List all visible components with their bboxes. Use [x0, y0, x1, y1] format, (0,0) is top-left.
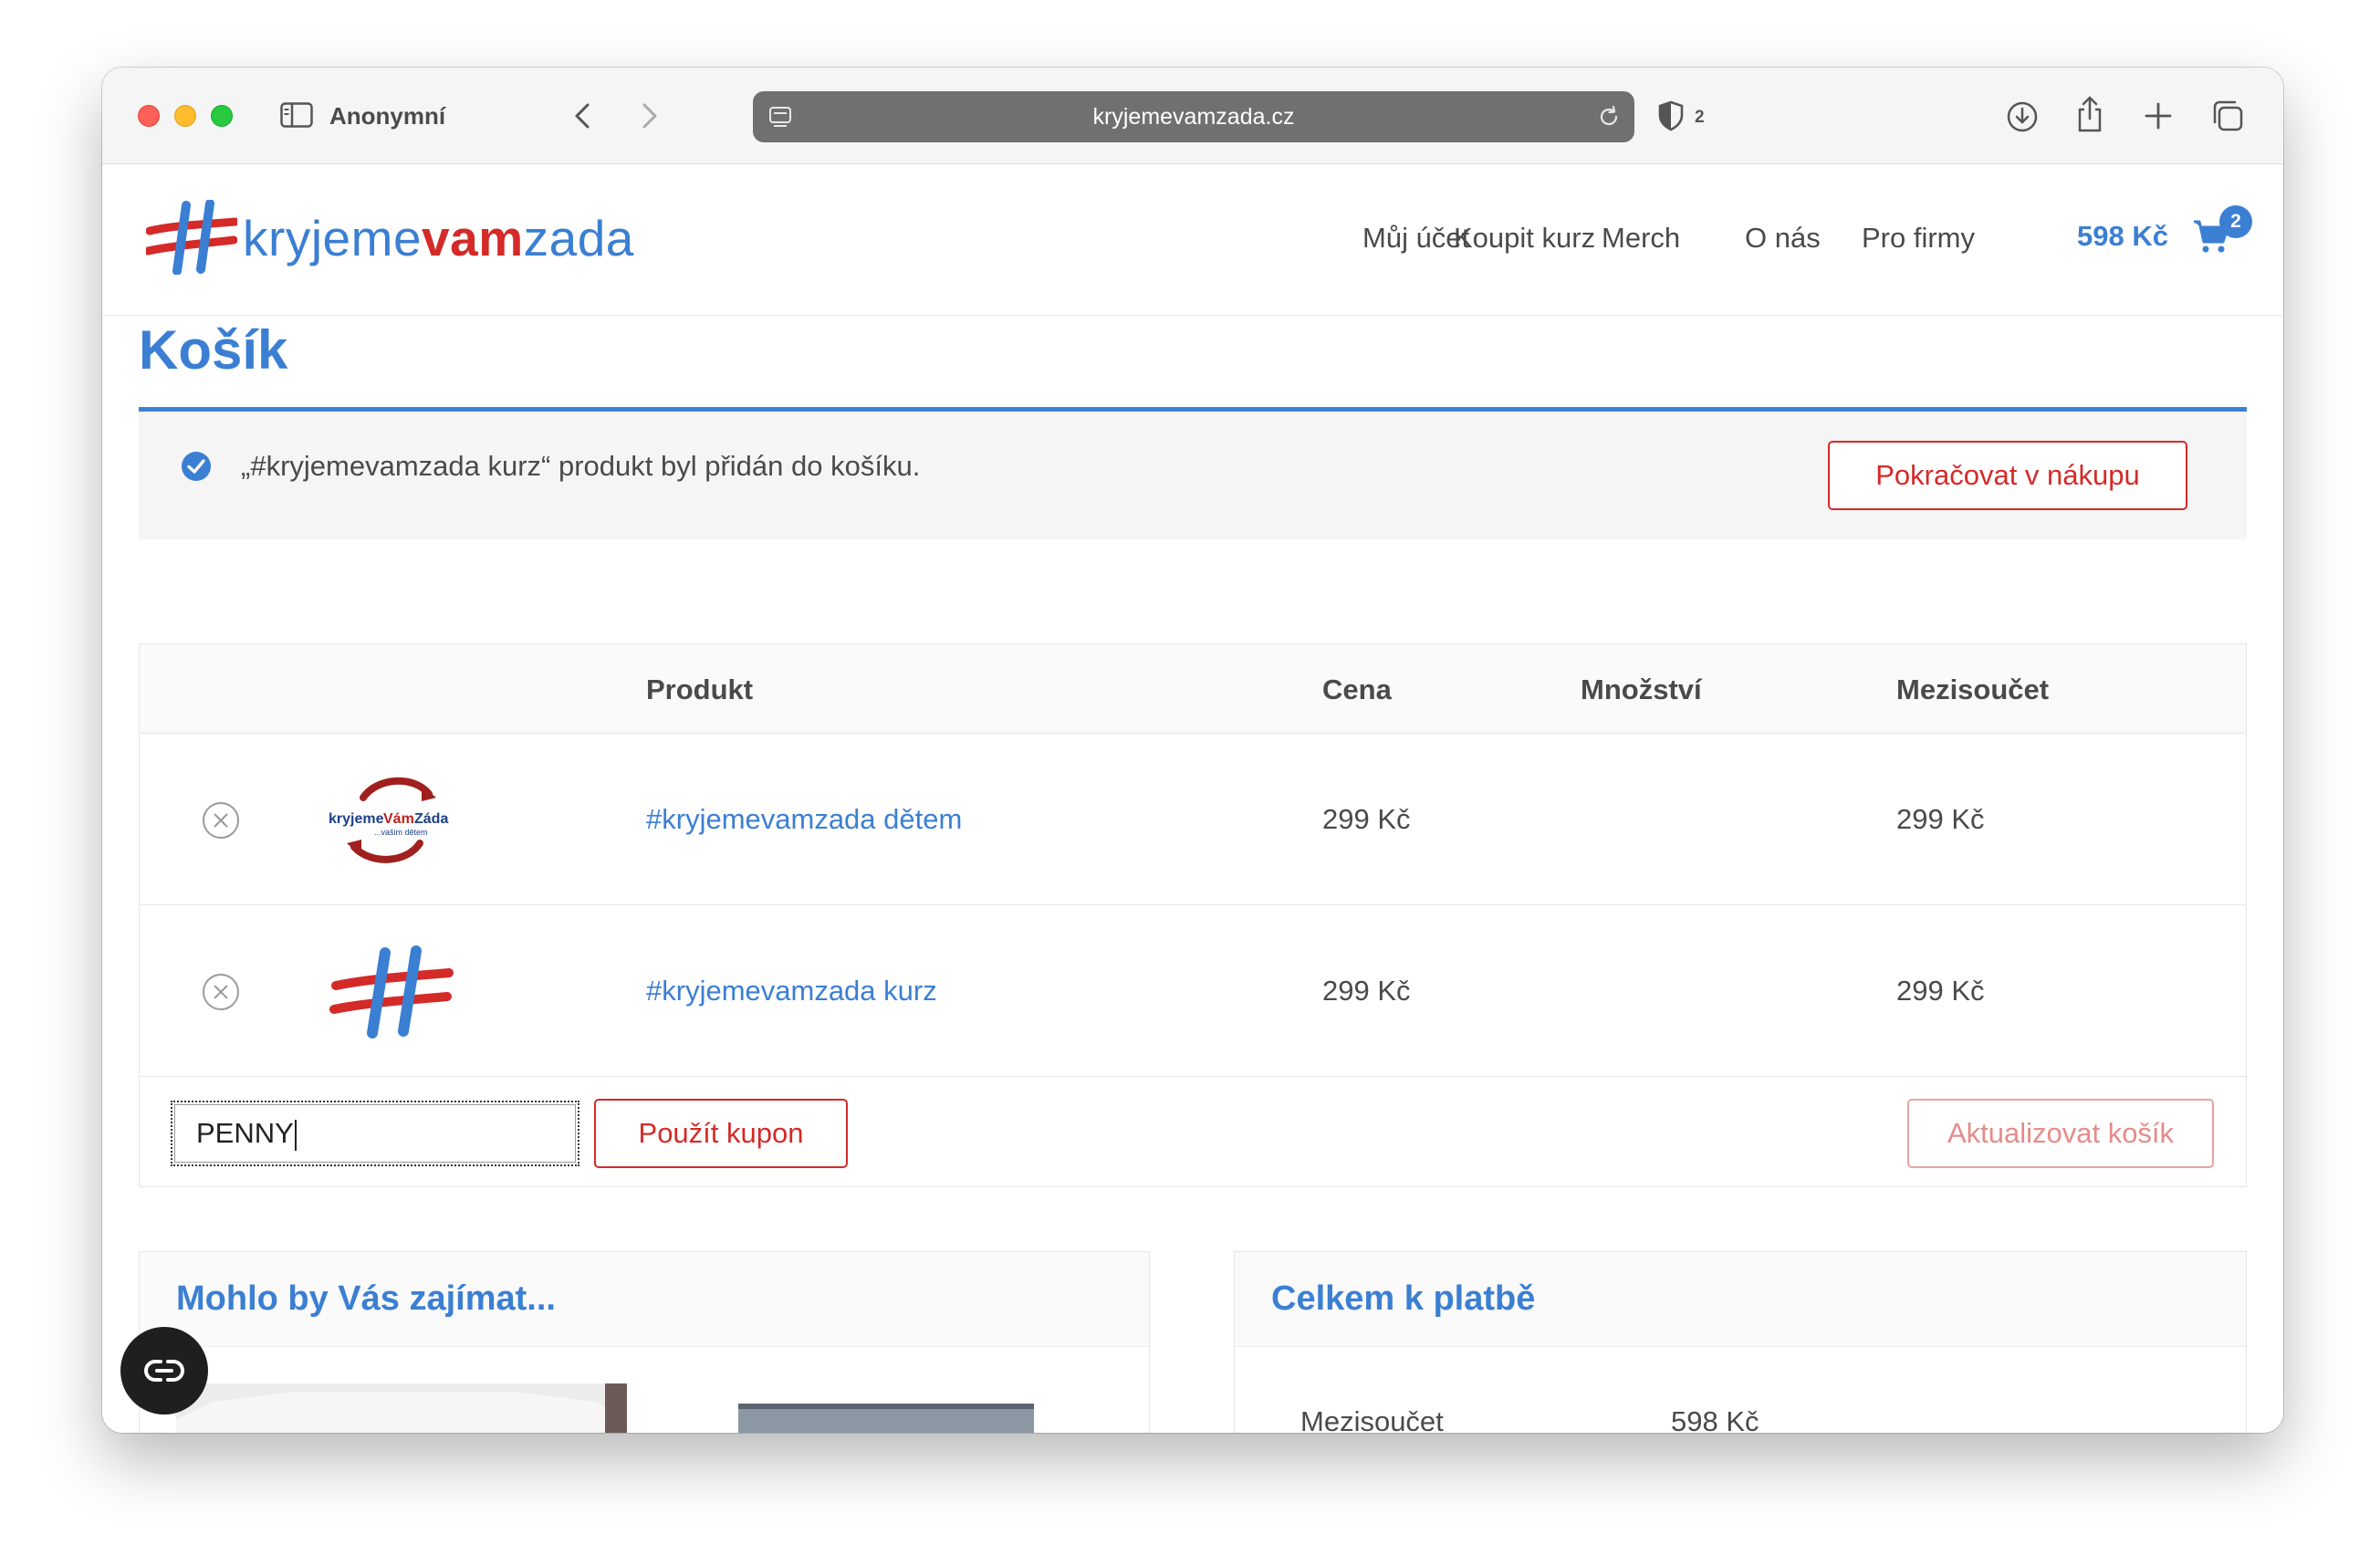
product-price: 299 Kč — [1322, 803, 1411, 835]
apply-coupon-button[interactable]: Použít kupon — [594, 1099, 848, 1168]
header-subtotal: Mezisoučet — [1896, 673, 2050, 705]
cross-sells-header: Mohlo by Vás zajímat... — [140, 1252, 1149, 1347]
svg-text:Vám: Vám — [383, 811, 414, 827]
privacy-shield-icon[interactable] — [1657, 100, 1685, 131]
nav-for-companies[interactable]: Pro firmy — [1862, 222, 1975, 255]
back-arrow-icon[interactable] — [569, 100, 597, 131]
text-caret — [294, 1119, 297, 1151]
cross-sells-title: Mohlo by Vás zajímat... — [176, 1279, 556, 1318]
tab-overview-icon[interactable] — [2210, 99, 2245, 133]
subtotal-value: 598 Kč — [1671, 1405, 1759, 1433]
link-icon — [144, 1360, 184, 1382]
product-image[interactable] — [738, 1404, 1034, 1433]
reload-icon[interactable] — [1596, 104, 1622, 130]
page-title: Košík — [139, 319, 288, 381]
sidebar-icon[interactable] — [280, 102, 313, 128]
nav-merch[interactable]: Merch — [1602, 222, 1680, 255]
cart-notice: „#kryjemevamzada kurz“ produkt byl přidá… — [139, 407, 2247, 539]
hashtag-logo-icon — [146, 200, 237, 275]
product-subtotal: 299 Kč — [1896, 975, 1985, 1007]
hashtag-logo-icon[interactable] — [327, 942, 454, 1042]
cart-totals-panel: Celkem k platbě Mezisoučet 598 Kč — [1234, 1251, 2247, 1433]
close-window-button[interactable] — [138, 105, 160, 127]
browser-toolbar: Anonymní kryjemevamzada.cz 2 — [102, 68, 2283, 164]
continue-shopping-button[interactable]: Pokračovat v nákupu — [1828, 441, 2187, 510]
web-page: kryjemevamzada Můj účet Koupit kurz Merc… — [102, 165, 2283, 1433]
profile-label[interactable]: Anonymní — [329, 102, 445, 130]
header-price: Cena — [1322, 673, 1392, 705]
cart-table: Produkt Cena Množství Mezisoučet kryjeme — [139, 643, 2247, 1187]
header-product: Produkt — [646, 673, 754, 705]
url-text[interactable]: kryjemevamzada.cz — [753, 104, 1634, 130]
minimize-window-button[interactable] — [174, 105, 196, 127]
product-subtotal: 299 Kč — [1896, 803, 1985, 835]
cart-table-header: Produkt Cena Množství Mezisoučet — [140, 644, 2246, 734]
remove-item-icon[interactable] — [202, 801, 240, 840]
header-cart-total[interactable]: 598 Kč — [2077, 220, 2168, 253]
tracker-count: 2 — [1695, 108, 1705, 127]
zoom-window-button[interactable] — [211, 105, 233, 127]
address-bar[interactable]: kryjemevamzada.cz — [753, 91, 1634, 142]
forward-arrow-icon[interactable] — [635, 100, 663, 131]
subtotal-label: Mezisoučet — [1300, 1405, 1444, 1433]
product-link[interactable]: #kryjemevamzada dětem — [646, 803, 962, 836]
product-link[interactable]: #kryjemevamzada kurz — [646, 975, 937, 1007]
cart-actions: PENNY Použít kupon Aktualizovat košík — [140, 1077, 2246, 1188]
cart-totals-header: Celkem k platbě — [1235, 1252, 2246, 1347]
kryjemevamzada-detem-logo-icon[interactable]: kryjeme Vám Záda ...vašim dětem — [327, 770, 454, 871]
svg-text:kryjeme: kryjeme — [329, 811, 384, 827]
shirt-photo-icon — [176, 1383, 627, 1433]
remove-item-icon[interactable] — [202, 973, 240, 1011]
site-header: kryjemevamzada Můj účet Koupit kurz Merc… — [102, 165, 2283, 316]
notice-message: „#kryjemevamzada kurz“ produkt byl přidá… — [241, 450, 921, 482]
nav-buy-course[interactable]: Koupit kurz — [1454, 222, 1595, 255]
nav-about-us[interactable]: O nás — [1745, 222, 1821, 255]
new-tab-icon[interactable] — [2143, 100, 2174, 131]
coupon-code-value: PENNY — [196, 1117, 294, 1149]
cart-totals-title: Celkem k platbě — [1271, 1279, 1536, 1318]
floating-link-button[interactable] — [120, 1327, 208, 1415]
svg-text:Záda: Záda — [414, 811, 448, 827]
photo-placeholder-icon — [738, 1404, 1034, 1433]
product-image[interactable] — [176, 1383, 627, 1433]
coupon-code-input[interactable]: PENNY — [171, 1101, 579, 1166]
update-cart-button[interactable]: Aktualizovat košík — [1907, 1099, 2214, 1168]
cross-sells-panel: Mohlo by Vás zajímat... — [139, 1251, 1150, 1433]
cart-count-badge: 2 — [2219, 205, 2252, 238]
cart-row: kryjeme Vám Záda ...vašim dětem #kryjeme… — [140, 734, 2246, 905]
check-circle-icon — [182, 452, 211, 481]
download-icon[interactable] — [2006, 100, 2039, 133]
header-quantity: Množství — [1581, 673, 1702, 705]
svg-text:...vašim dětem: ...vašim dětem — [374, 828, 428, 837]
product-price: 299 Kč — [1322, 975, 1411, 1007]
cart-row: #kryjemevamzada kurz 299 Kč 299 Kč — [140, 905, 2246, 1077]
logo-wordmark: kryjemevamzada — [243, 210, 634, 266]
browser-window: Anonymní kryjemevamzada.cz 2 kryjemevamz… — [102, 68, 2283, 1433]
share-icon[interactable] — [2075, 95, 2104, 133]
